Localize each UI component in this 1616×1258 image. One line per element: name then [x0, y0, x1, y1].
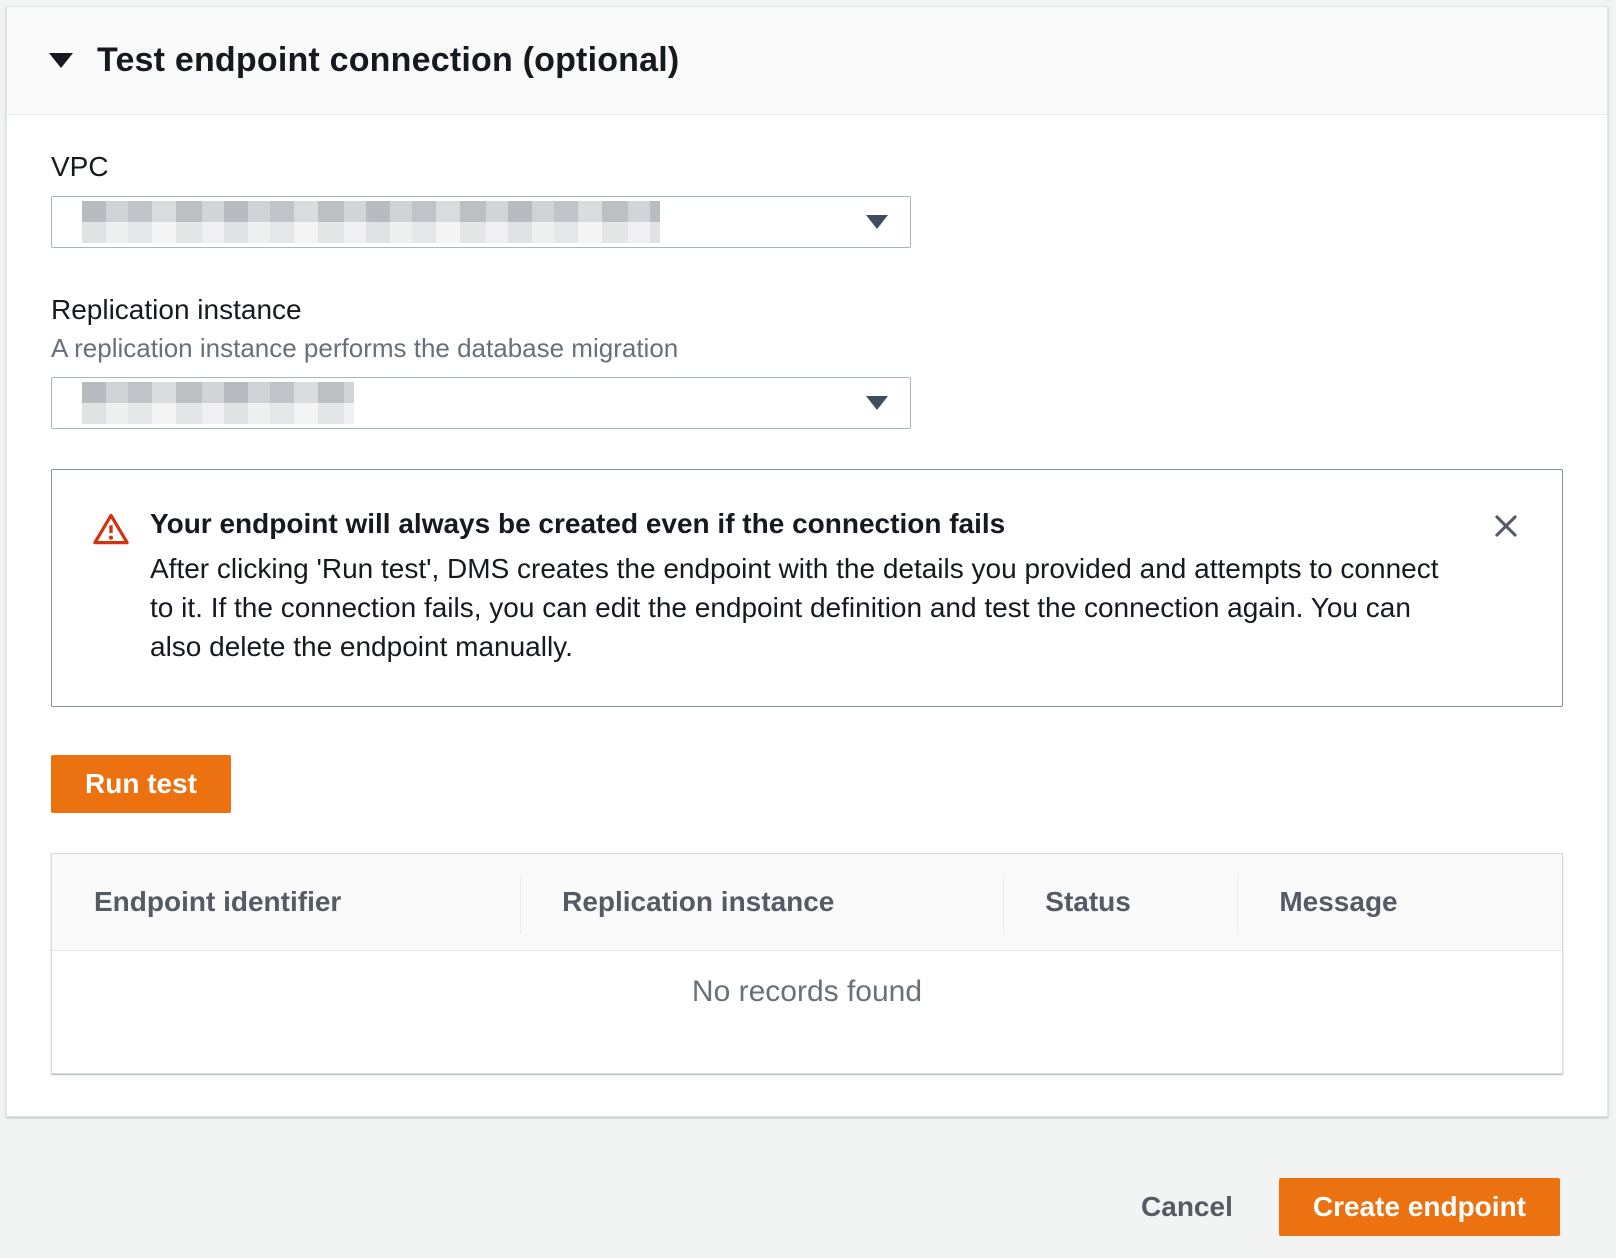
warning-title: Your endpoint will always be created eve…: [150, 508, 1450, 540]
vpc-select[interactable]: [51, 196, 911, 248]
table-header-row: Endpoint identifier Replication instance…: [52, 854, 1562, 951]
column-header-replication-instance: Replication instance: [520, 854, 1003, 951]
column-header-message: Message: [1237, 854, 1562, 951]
vpc-redacted-value: [82, 201, 660, 243]
vpc-field: VPC: [51, 151, 1563, 248]
create-endpoint-button[interactable]: Create endpoint: [1279, 1178, 1560, 1236]
form-footer: Cancel Create endpoint: [0, 1117, 1616, 1258]
replication-instance-redacted-value: [82, 382, 354, 424]
replication-instance-description: A replication instance performs the data…: [51, 333, 1563, 364]
cancel-button[interactable]: Cancel: [1141, 1191, 1233, 1223]
replication-instance-field: Replication instance A replication insta…: [51, 294, 1563, 429]
triangle-down-icon: [49, 53, 73, 68]
empty-state-row: No records found: [52, 951, 1562, 1074]
close-icon: [1490, 530, 1522, 545]
section-title: Test endpoint connection (optional): [97, 41, 679, 80]
section-toggle[interactable]: Test endpoint connection (optional): [7, 7, 1607, 115]
replication-instance-select[interactable]: [51, 377, 911, 429]
connection-results-table: Endpoint identifier Replication instance…: [51, 853, 1563, 1074]
run-test-button[interactable]: Run test: [51, 755, 231, 813]
warning-alert: Your endpoint will always be created eve…: [51, 469, 1563, 707]
warning-body: After clicking 'Run test', DMS creates t…: [150, 549, 1450, 666]
warning-triangle-icon: [92, 512, 130, 546]
dropdown-caret-icon: [866, 396, 888, 410]
dropdown-caret-icon: [866, 215, 888, 229]
close-warning-button[interactable]: [1488, 508, 1524, 544]
vpc-label: VPC: [51, 151, 1563, 183]
section-body: VPC Replication instance A replication i…: [7, 115, 1607, 1116]
empty-state-message: No records found: [52, 951, 1562, 1074]
column-header-endpoint-identifier: Endpoint identifier: [52, 854, 520, 951]
column-header-status: Status: [1003, 854, 1237, 951]
test-endpoint-panel: Test endpoint connection (optional) VPC …: [6, 6, 1608, 1117]
warning-content: Your endpoint will always be created eve…: [150, 508, 1450, 666]
replication-instance-label: Replication instance: [51, 294, 1563, 326]
